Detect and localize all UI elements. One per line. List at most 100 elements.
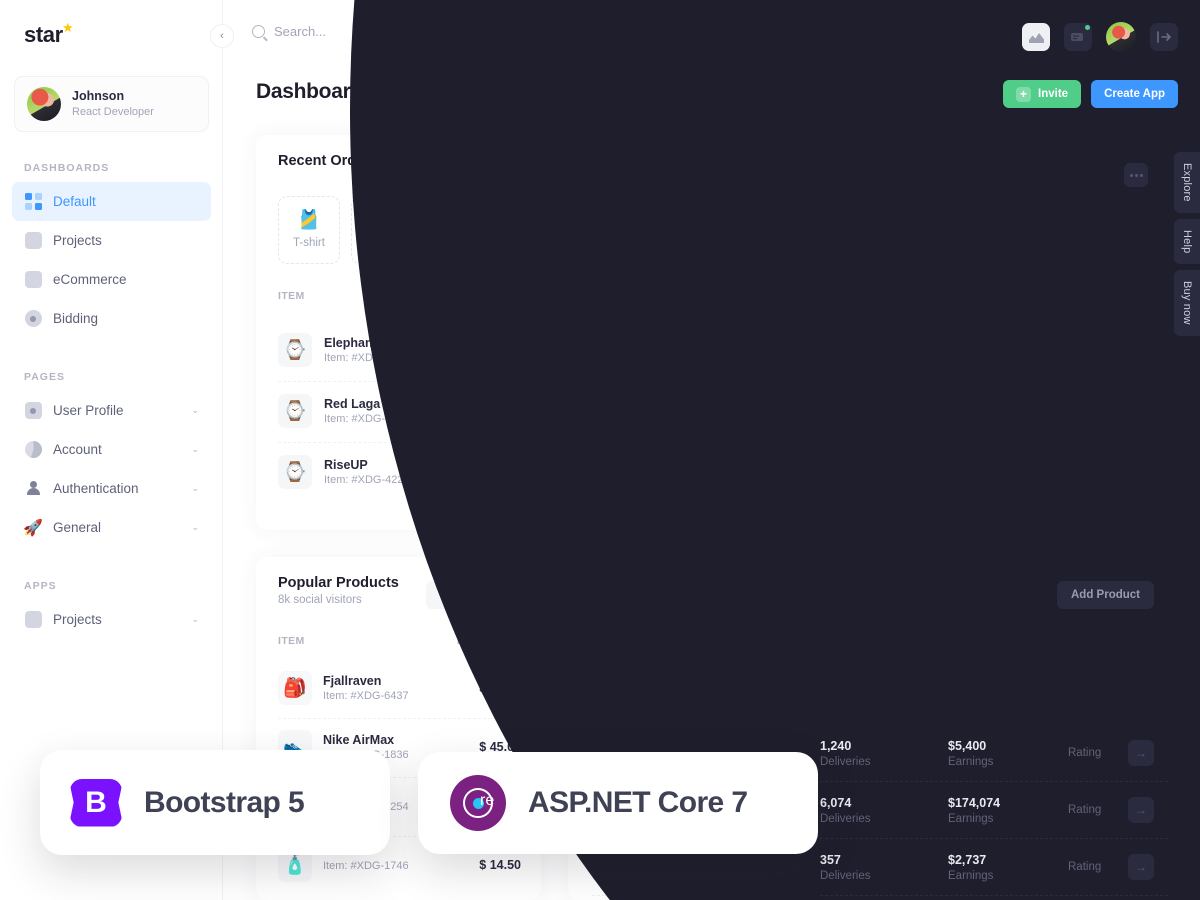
sidebar-item-default[interactable]: Default — [12, 182, 211, 221]
brand-logo[interactable]: star — [24, 22, 63, 48]
sidebar-section-apps: APPS Projects ⌄ — [0, 580, 223, 639]
col-price: PRICE — [561, 290, 597, 302]
aspnet-badge[interactable]: re ASP.NET Core 7 — [418, 752, 818, 854]
tab-label: Watch — [437, 237, 473, 249]
invite-button[interactable]: + Invite — [1003, 80, 1082, 108]
home-icon[interactable] — [375, 89, 388, 100]
rating-label: Rating — [1068, 804, 1102, 816]
cell-price: $71.00 — [557, 404, 597, 418]
avatar[interactable] — [1106, 22, 1136, 52]
row-arrow-button[interactable]: → — [1128, 740, 1154, 766]
create-app-button[interactable]: Create App — [1091, 80, 1178, 108]
page-title: Dashboard — [256, 80, 363, 103]
tab-gaming[interactable]: 🎮 Gaming — [351, 196, 413, 264]
table-row[interactable]: ⌚ Red Laga Item: #XDG-5314 x2 $71.00 $53… — [278, 381, 678, 441]
sidebar-item-label: User Profile — [53, 403, 124, 418]
x-tick: Apr 13 — [1002, 485, 1033, 497]
messages-icon[interactable] — [1064, 23, 1092, 51]
sidebar-item-bidding[interactable]: Bidding — [12, 299, 211, 338]
list-item[interactable]: 🎒 Fjallraven Item: #XDG-6437 $ 72.00 — [278, 659, 521, 717]
sidebar-item-label: Default — [53, 194, 96, 209]
cell-total: $213.00 — [632, 465, 678, 479]
side-tab-explore[interactable]: Explore — [1174, 152, 1200, 213]
search-placeholder: Search... — [274, 24, 327, 39]
sidebar-item-user-profile[interactable]: User Profile ⌄ — [12, 391, 211, 430]
ellipsis-icon[interactable] — [656, 151, 680, 175]
product-name: Red Laga — [324, 397, 381, 411]
orders-table-header: ITEM QTY PRICE TOTAL PRICE — [278, 290, 678, 302]
y-tick: $330 — [754, 477, 778, 489]
cell-total: $231.00 — [632, 343, 678, 357]
side-tab-buy-now[interactable]: Buy now — [1174, 270, 1200, 336]
tab-train[interactable]: 🚆 Train — [667, 637, 731, 705]
tab-label: Shoes — [584, 237, 618, 249]
deliveries-value: 6,074 — [820, 795, 852, 810]
row-arrow-button[interactable]: → — [1128, 854, 1154, 880]
gaming-icon: 🎮 — [370, 210, 394, 231]
activity-icon[interactable] — [1022, 23, 1050, 51]
table-row[interactable]: 357 Deliveries $2,737 Earnings Rating → — [820, 839, 1168, 895]
sidebar-section-title: DASHBOARDS — [24, 162, 110, 174]
table-row[interactable]: ⌚ RiseUP Item: #XDG-4222 x3 $23.00 $213.… — [278, 442, 678, 502]
discounted-sales-subtitle: Users from all channels — [750, 173, 871, 185]
tab-gloves[interactable]: 🧤 Gloves — [497, 196, 559, 264]
page-header: Dashboard > Default — [256, 80, 449, 104]
sidebar-user-card[interactable]: Johnson React Developer — [14, 76, 209, 132]
create-app-label: Create App — [1104, 88, 1165, 100]
add-product-button[interactable]: Add Product — [426, 581, 523, 609]
product-name: Nike AirMax — [323, 733, 395, 747]
tab-label: Gloves — [510, 237, 546, 249]
col-item: ITEM — [278, 290, 305, 302]
table-row[interactable]: ⌚ Elephant 1324 Item: #XDG-1523 x1 $43.0… — [278, 320, 678, 380]
user-name: Johnson — [72, 89, 125, 104]
sidebar-item-label: Authentication — [53, 481, 139, 496]
product-thumb: ⌚ — [278, 333, 312, 367]
product-sku: Item: #XDG-4222 — [324, 474, 410, 486]
breadcrumb-current: Default — [411, 87, 450, 102]
breadcrumb: > Default — [375, 83, 449, 102]
deliveries-label: Deliveries — [820, 755, 871, 768]
ellipsis-icon[interactable] — [1124, 163, 1148, 187]
sidebar-item-label: eCommerce — [53, 272, 127, 287]
search-input[interactable]: Search... — [252, 24, 326, 39]
projects-icon — [24, 232, 42, 250]
deliveries-value: 357 — [820, 852, 841, 867]
tab-watch[interactable]: ⌚ Watch — [424, 196, 486, 264]
table-row[interactable]: 6,074 Deliveries $174,074 Earnings Ratin… — [820, 782, 1168, 838]
tab-label: Drone — [758, 678, 790, 690]
y-tick: $346 — [754, 390, 778, 402]
tab-shoes[interactable]: 👟 Shoes — [570, 196, 632, 264]
tab-van[interactable]: 🚚 Van — [592, 637, 656, 705]
earnings-label: Earnings — [948, 755, 994, 768]
y-tick: $357 — [754, 332, 778, 344]
logout-icon[interactable] — [1150, 23, 1178, 51]
sidebar-item-authentication[interactable]: Authentication ⌄ — [12, 469, 211, 508]
row-arrow-button[interactable]: → — [1128, 797, 1154, 823]
currency-symbol: $ — [750, 227, 757, 241]
sidebar-collapse-button[interactable]: ‹ — [210, 24, 234, 48]
shoes-icon: 👟 — [589, 210, 613, 231]
tab-drone[interactable]: 🛸 Drone — [742, 637, 806, 705]
sidebar-item-general[interactable]: 🚀 General ⌄ — [12, 508, 211, 547]
recent-orders-title: Recent Orders — [278, 153, 378, 169]
bootstrap-badge[interactable]: B Bootstrap 5 — [40, 750, 390, 855]
y-tick: $335 — [754, 448, 778, 460]
add-product-button-dark[interactable]: Add Product — [1057, 581, 1154, 609]
sidebar-item-apps-projects[interactable]: Projects ⌄ — [12, 600, 211, 639]
sidebar-item-account[interactable]: Account ⌄ — [12, 430, 211, 469]
tab-tshirt[interactable]: 🎽 T-shirt — [278, 196, 340, 264]
cell-qty: x3 — [514, 465, 529, 479]
sidebar-item-projects[interactable]: Projects — [12, 221, 211, 260]
search-icon — [252, 25, 265, 38]
recent-orders-card: Recent Orders 🎽 T-shirt 🎮 Gaming ⌚ Watch… — [256, 135, 700, 530]
sales-amount: 3,706 — [766, 222, 841, 257]
tshirt-icon: 🎽 — [297, 210, 321, 231]
aspnet-label: ASP.NET Core 7 — [528, 786, 748, 819]
x-tick: Apr 18 — [1062, 485, 1093, 497]
col-item-price: ITEM PRICE — [456, 635, 521, 647]
table-row[interactable]: 1,240 Deliveries $5,400 Earnings Rating … — [820, 725, 1168, 781]
discounted-sales-card: Discounted Product Sales Users from all … — [726, 139, 1168, 531]
side-tab-help[interactable]: Help — [1174, 218, 1200, 265]
cell-total: $53.00 — [639, 404, 678, 418]
sidebar-item-ecommerce[interactable]: eCommerce — [12, 260, 211, 299]
